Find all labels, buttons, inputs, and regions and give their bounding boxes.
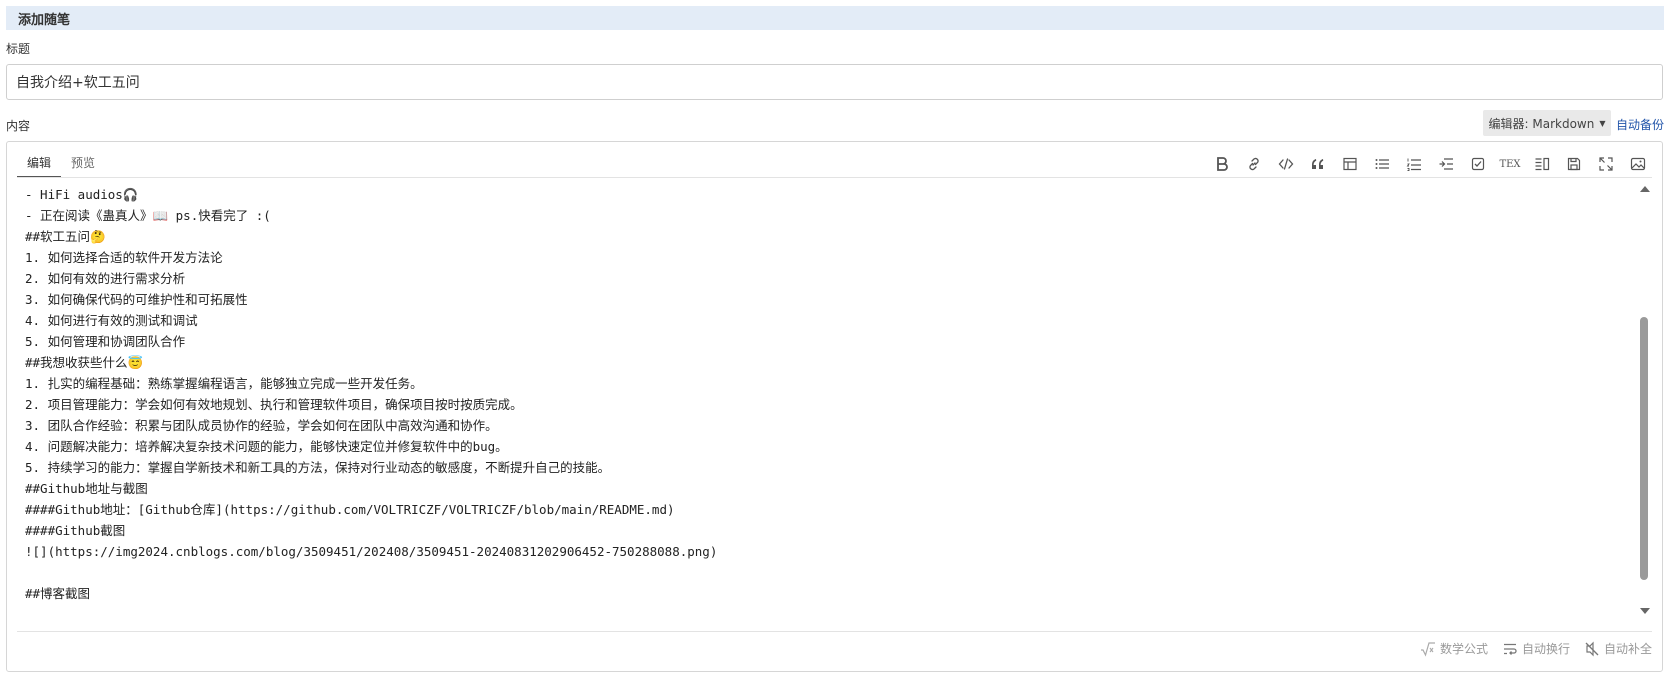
link-icon [1249, 157, 1259, 171]
tab-preview[interactable]: 预览 [61, 148, 105, 176]
save-icon [1567, 157, 1581, 171]
bold-button[interactable] [1206, 152, 1238, 176]
content-line: ##Github地址与截图 [25, 481, 148, 496]
table-icon [1343, 157, 1357, 171]
code-icon [1278, 158, 1294, 170]
code-button[interactable] [1270, 152, 1302, 176]
fullscreen-button[interactable] [1590, 152, 1622, 176]
image-icon [1630, 157, 1646, 171]
quote-icon [1312, 159, 1324, 169]
content-line: ##软工五问🤔 [25, 229, 106, 244]
link-button[interactable] [1238, 152, 1270, 176]
content-line: 2. 如何有效的进行需求分析 [25, 271, 186, 286]
content-line: 1. 扎实的编程基础：熟练掌握编程语言，能够独立完成一些开发任务。 [25, 376, 423, 391]
auto-complete-toggle[interactable]: 自动补全 [1584, 640, 1652, 657]
content-label: 内容 [6, 119, 31, 133]
tab-divider [17, 177, 1652, 178]
scroll-thumb[interactable] [1640, 317, 1648, 580]
content-line: ##博客截图 [25, 586, 91, 601]
markdown-editor: 编辑 预览 TEX - HiFi audios🎧 - 正在阅读《蛊真人》📖 ps… [6, 141, 1663, 672]
tex-icon: TEX [1499, 158, 1521, 170]
bullet-list-button[interactable] [1366, 152, 1398, 176]
scroll-down-arrow[interactable] [1640, 608, 1650, 614]
tex-button[interactable]: TEX [1494, 152, 1526, 176]
title-label: 标题 [6, 42, 31, 56]
split-view-button[interactable] [1526, 152, 1558, 176]
autocomplete-off-icon [1585, 641, 1599, 656]
scroll-up-arrow[interactable] [1640, 186, 1650, 192]
content-line: 5. 持续学习的能力：掌握自学新技术和新工具的方法，保持对行业动态的敏感度，不断… [25, 460, 611, 475]
math-formula-toggle[interactable]: 数学公式 [1420, 640, 1488, 657]
tab-edit[interactable]: 编辑 [17, 148, 62, 178]
caret-down-icon: ▼ [1599, 118, 1606, 128]
numbered-list-icon [1406, 158, 1421, 171]
checkbox-button[interactable] [1462, 152, 1494, 176]
content-line: 3. 团队合作经验：积累与团队成员协作的经验，学会如何在团队中高效沟通和协作。 [25, 418, 498, 433]
wrap-icon [1503, 643, 1517, 655]
content-line: - 正在阅读《蛊真人》📖 ps.快看完了 :( [25, 208, 271, 223]
save-button[interactable] [1558, 152, 1590, 176]
table-button[interactable] [1334, 152, 1366, 176]
editor-toolbar: TEX [1206, 152, 1654, 176]
content-line: 1. 如何选择合适的软件开发方法论 [25, 250, 223, 265]
bullet-list-icon [1375, 159, 1389, 169]
footer-divider [17, 631, 1652, 632]
editor-footer: 数学公式 自动换行 自动补全 [1420, 640, 1652, 657]
markdown-textarea[interactable]: - HiFi audios🎧 - 正在阅读《蛊真人》📖 ps.快看完了 :( #… [17, 180, 1639, 622]
content-line: ####Github截图 [25, 523, 126, 538]
content-line: ####Github地址：[Github仓库](https://github.c… [25, 502, 675, 517]
editor-tabs: 编辑 预览 [17, 148, 105, 178]
content-line: 4. 问题解决能力：培养解决复杂技术问题的能力，能够快速定位并修复软件中的bug… [25, 439, 508, 454]
bold-icon [1217, 157, 1228, 171]
checkbox-icon [1471, 157, 1485, 171]
content-line [25, 562, 1639, 583]
content-line: ##我想收获些什么😇 [25, 355, 144, 370]
numbered-list-button[interactable] [1398, 152, 1430, 176]
auto-wrap-toggle[interactable]: 自动换行 [1502, 640, 1570, 657]
autosave-link[interactable]: 自动备份 [1616, 116, 1664, 133]
vertical-scrollbar[interactable] [1636, 180, 1652, 620]
title-input[interactable] [6, 64, 1663, 100]
fullscreen-icon [1599, 157, 1613, 171]
math-formula-label: 数学公式 [1439, 642, 1488, 656]
content-line: 5. 如何管理和协调团队合作 [25, 334, 186, 349]
content-line: 2. 项目管理能力：学会如何有效地规划、执行和管理软件项目，确保项目按时按质完成… [25, 397, 523, 412]
editor-select-label: 编辑器: Markdown [1488, 116, 1595, 131]
content-line: ![](https://img2024.cnblogs.com/blog/350… [25, 544, 718, 559]
section-header: 添加随笔 [6, 6, 1664, 30]
image-button[interactable] [1622, 152, 1654, 176]
quote-button[interactable] [1302, 152, 1334, 176]
indent-button[interactable] [1430, 152, 1462, 176]
auto-wrap-label: 自动换行 [1521, 642, 1570, 656]
split-view-icon [1535, 157, 1550, 171]
content-line: - HiFi audios🎧 [25, 187, 139, 202]
section-title: 添加随笔 [18, 12, 71, 28]
indent-icon [1439, 158, 1453, 170]
editor-select[interactable]: 编辑器: Markdown ▼ [1483, 110, 1611, 136]
sqrt-icon [1420, 641, 1435, 657]
content-line: 3. 如何确保代码的可维护性和可拓展性 [25, 292, 248, 307]
content-line: 4. 如何进行有效的测试和调试 [25, 313, 198, 328]
auto-complete-label: 自动补全 [1603, 642, 1652, 656]
